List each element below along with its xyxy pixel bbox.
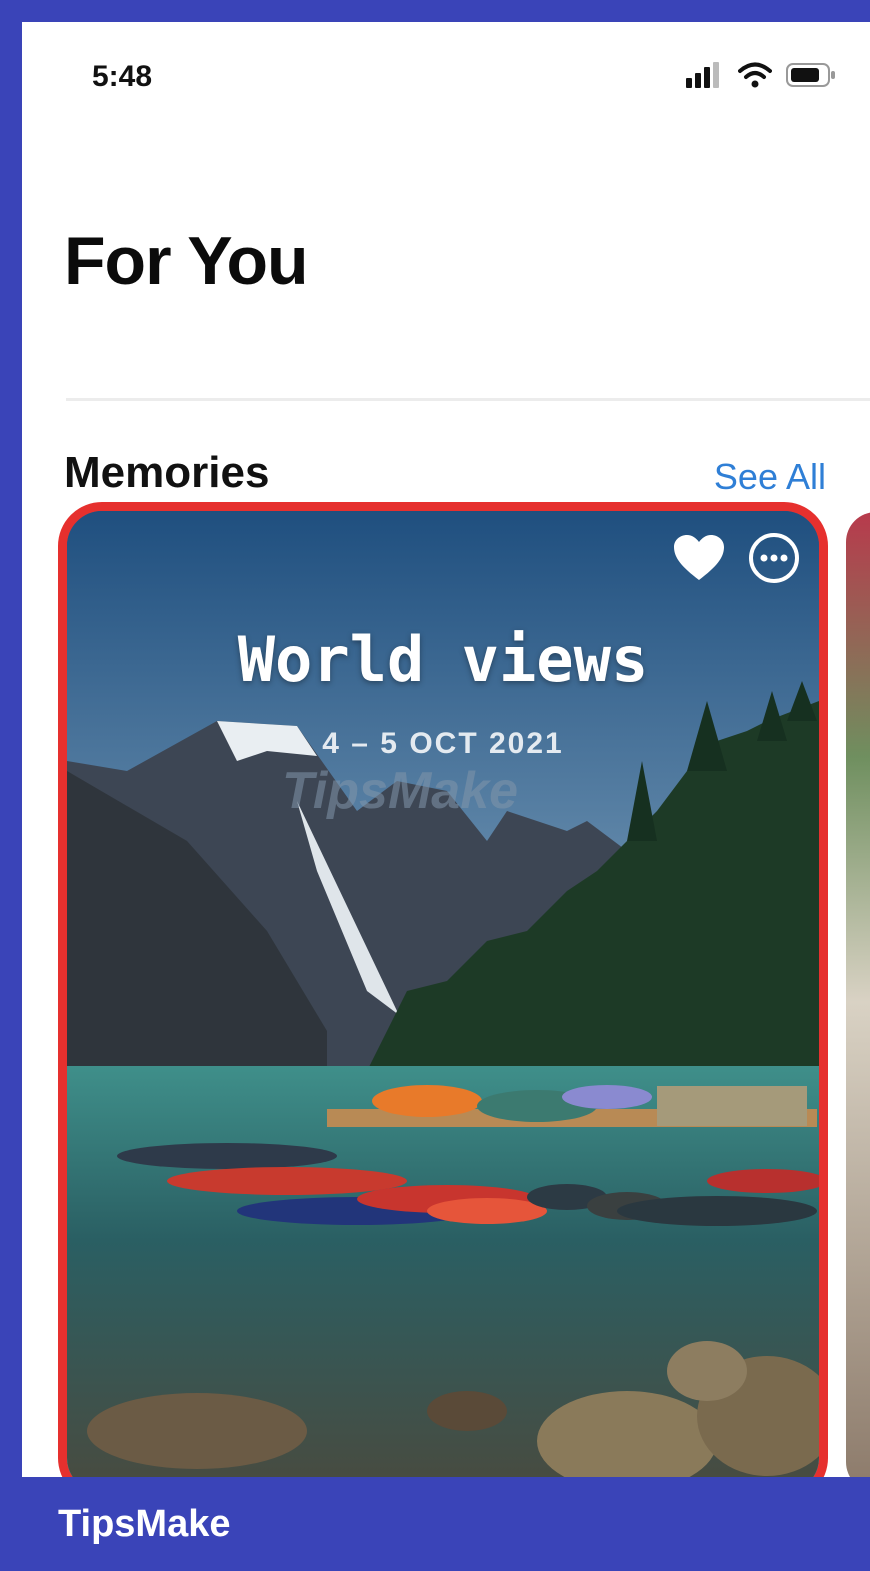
page-title: For You bbox=[64, 223, 309, 299]
memory-card[interactable]: World views 4 – 5 OCT 2021 TipsMake bbox=[58, 502, 828, 1477]
see-all-link[interactable]: See All bbox=[714, 456, 826, 498]
signal-icon bbox=[686, 62, 719, 88]
heart-icon[interactable] bbox=[672, 533, 726, 583]
divider bbox=[66, 398, 870, 401]
memories-section-title: Memories bbox=[64, 448, 270, 497]
more-icon[interactable] bbox=[747, 531, 801, 585]
brand-bar: TipsMake bbox=[0, 1477, 870, 1571]
wifi-icon bbox=[738, 62, 772, 88]
memory-title: World views bbox=[237, 623, 649, 696]
next-memory-card[interactable] bbox=[846, 512, 870, 1477]
memory-date: 4 – 5 OCT 2021 bbox=[322, 727, 564, 760]
status-time: 5:48 bbox=[92, 60, 153, 93]
watermark: TipsMake bbox=[282, 762, 519, 820]
status-icons bbox=[686, 62, 836, 88]
brand-logo-text: TipsMake bbox=[58, 1503, 231, 1545]
status-bar: 5:48 bbox=[22, 22, 870, 132]
battery-icon bbox=[786, 63, 835, 87]
phone-screen: 5:48 For You Memories See All World view… bbox=[22, 22, 870, 1477]
